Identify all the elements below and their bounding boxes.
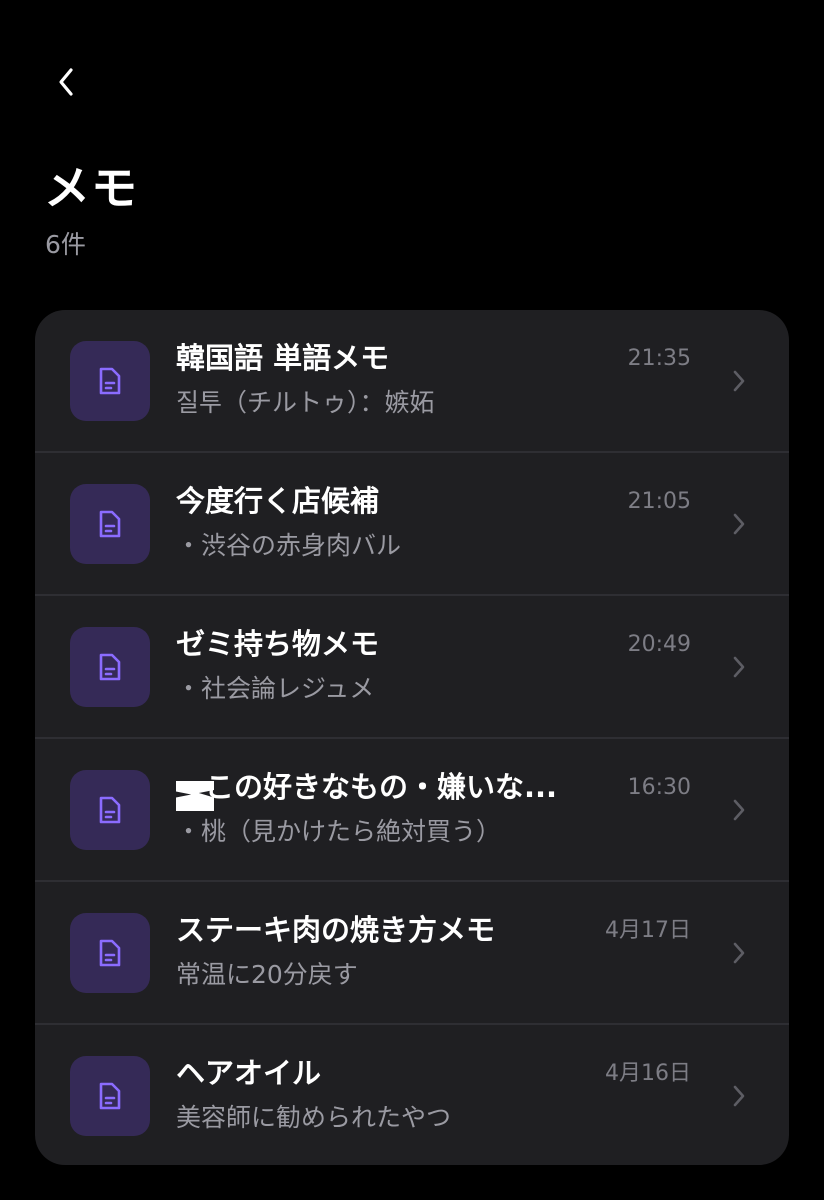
chevron-right-icon	[731, 510, 747, 538]
document-icon	[70, 770, 150, 850]
chevron-right-icon	[731, 653, 747, 681]
memo-title: 今度行く店候補	[176, 484, 380, 518]
chevron-right-icon	[731, 939, 747, 967]
chevron-right-icon	[731, 367, 747, 395]
memo-timestamp: 4月17日	[605, 918, 691, 943]
document-icon	[70, 1056, 150, 1136]
back-button[interactable]	[44, 60, 88, 104]
memo-item[interactable]: ヘアオイル 美容師に勧められたやつ 4月16日	[35, 1025, 789, 1165]
memo-count: 6件	[45, 230, 86, 259]
memo-preview: ・社会論レジュメ	[176, 674, 375, 703]
memo-list: 韓国語 単語メモ 질투（チルトゥ）：嫉妬 21:35 今度行く店候補 ・渋谷の赤…	[35, 310, 789, 1165]
memo-title: この好きなもの・嫌いな...	[176, 770, 558, 804]
memo-item[interactable]: ゼミ持ち物メモ ・社会論レジュメ 20:49	[35, 596, 789, 739]
document-icon	[70, 913, 150, 993]
chevron-right-icon	[731, 1082, 747, 1110]
memo-title: 韓国語 単語メモ	[176, 341, 390, 375]
memo-title: ゼミ持ち物メモ	[176, 627, 380, 661]
document-icon	[70, 341, 150, 421]
memo-item[interactable]: ステーキ肉の焼き方メモ 常温に20分戻す 4月17日	[35, 882, 789, 1025]
memo-timestamp: 21:35	[627, 346, 691, 371]
memo-timestamp: 16:30	[627, 775, 691, 800]
memo-preview: 常温に20分戻す	[176, 960, 358, 989]
document-icon	[70, 484, 150, 564]
memo-title: ヘアオイル	[176, 1056, 322, 1090]
memo-preview: ・桃（見かけたら絶対買う）	[176, 817, 502, 846]
memo-item[interactable]: この好きなもの・嫌いな... ・桃（見かけたら絶対買う） 16:30	[35, 739, 789, 882]
chevron-left-icon	[59, 68, 73, 96]
memo-timestamp: 21:05	[627, 489, 691, 514]
memo-timestamp: 20:49	[627, 632, 691, 657]
memo-preview: ・渋谷の赤身肉バル	[176, 531, 402, 560]
memo-timestamp: 4月16日	[605, 1061, 691, 1086]
memo-preview: 질투（チルトゥ）：嫉妬	[176, 388, 435, 417]
page-title: メモ	[44, 161, 138, 215]
memo-item[interactable]: 韓国語 単語メモ 질투（チルトゥ）：嫉妬 21:35	[35, 310, 789, 453]
chevron-right-icon	[731, 796, 747, 824]
document-icon	[70, 627, 150, 707]
memo-item[interactable]: 今度行く店候補 ・渋谷の赤身肉バル 21:05	[35, 453, 789, 596]
memo-preview: 美容師に勧められたやつ	[176, 1103, 452, 1132]
memo-title: ステーキ肉の焼き方メモ	[176, 913, 496, 947]
